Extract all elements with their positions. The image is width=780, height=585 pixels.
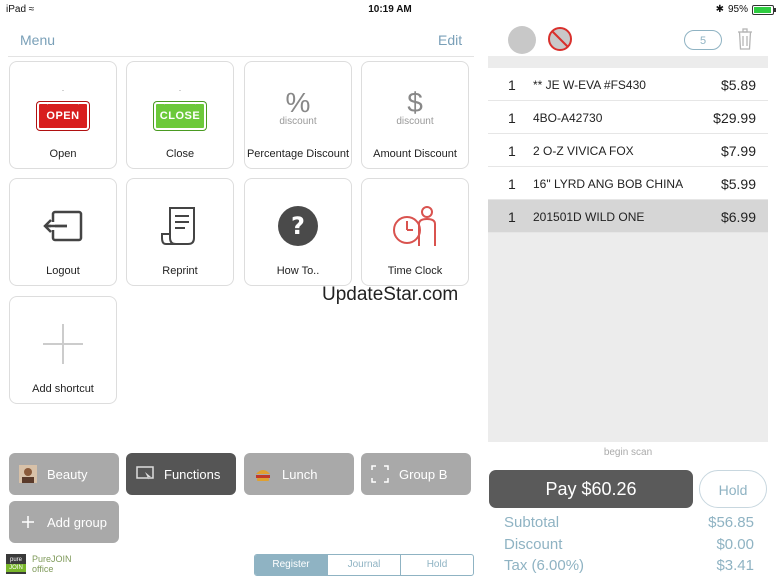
item-name: 2 O-Z VIVICA FOX — [533, 144, 634, 158]
no-customer-icon[interactable] — [547, 26, 573, 52]
tile-label: Amount Discount — [373, 148, 457, 160]
brand-text: PureJOIN office — [32, 554, 72, 574]
edit-link[interactable]: Edit — [438, 32, 462, 48]
battery-icon — [752, 4, 776, 15]
total-value: $3.41 — [716, 557, 754, 574]
item-name: 201501D WILD ONE — [533, 210, 645, 224]
item-name: 16" LYRD ANG BOB CHINA — [533, 177, 684, 191]
item-price: $6.99 — [720, 209, 756, 225]
avatar-icon — [19, 465, 37, 483]
tile-how-to[interactable]: ? How To.. — [244, 178, 352, 286]
status-bar: iPad ≈ 10:19 AM ✱ 95% — [0, 0, 780, 20]
tile-label: Time Clock — [387, 265, 443, 277]
tile-amount-discount[interactable]: $ discount Amount Discount — [361, 61, 469, 169]
menu-link[interactable]: Menu — [20, 32, 55, 48]
receipt-icon — [127, 201, 233, 251]
item-price: $5.89 — [720, 77, 756, 93]
discount-row: Discount $0.00 — [504, 536, 754, 553]
open-sign-icon: OPEN — [10, 84, 116, 134]
group-b[interactable]: Group B — [361, 453, 471, 495]
svg-text:?: ? — [291, 212, 305, 240]
begin-scan-hint: begin scan — [603, 447, 653, 458]
cart-item[interactable]: 1 2 O-Z VIVICA FOX $7.99 — [488, 134, 768, 167]
group-label: Functions — [164, 466, 221, 482]
total-label: Subtotal — [504, 514, 560, 531]
status-right: ✱ 95% — [715, 4, 776, 15]
percent-discount-icon: % discount — [279, 87, 317, 128]
item-qty: 1 — [508, 77, 516, 93]
group-label: Group B — [399, 466, 448, 482]
cart-item[interactable]: 1 ** JE W-EVA #FS430 $5.89 — [488, 68, 768, 101]
amount-discount-icon: $ discount — [396, 87, 434, 128]
cart-item[interactable]: 1 4BO-A42730 $29.99 — [488, 101, 768, 134]
tile-label: Reprint — [162, 265, 198, 277]
tile-label: Close — [165, 148, 195, 160]
total-label: Tax (6.00%) — [504, 557, 585, 574]
cart-item[interactable]: 1 16" LYRD ANG BOB CHINA $5.99 — [488, 167, 768, 200]
group-label: Beauty — [47, 466, 88, 482]
tile-label: Add shortcut — [32, 383, 94, 395]
watermark: UpdateStar.com — [322, 284, 459, 305]
tile-open[interactable]: OPEN Open — [9, 61, 117, 169]
item-qty: 1 — [508, 209, 516, 225]
bluetooth-icon: ✱ — [715, 4, 724, 15]
tab-hold[interactable]: Hold — [400, 555, 473, 575]
item-name: 4BO-A42730 — [533, 111, 603, 125]
item-price: $7.99 — [720, 143, 756, 159]
item-qty: 1 — [508, 176, 516, 192]
subtotal-row: Subtotal $56.85 — [504, 514, 754, 531]
plus-icon — [10, 319, 116, 369]
item-price: $5.99 — [720, 176, 756, 192]
tile-label: How To.. — [276, 265, 320, 277]
clock: 10:19 AM — [368, 4, 412, 15]
tile-label: Open — [49, 148, 77, 160]
tile-label: Logout — [46, 265, 80, 277]
tile-add-shortcut[interactable]: Add shortcut — [9, 296, 117, 404]
hold-button[interactable]: Hold — [699, 470, 767, 508]
tile-close[interactable]: CLOSE Close — [126, 61, 234, 169]
item-qty: 1 — [508, 143, 516, 159]
item-qty: 1 — [508, 110, 516, 126]
logout-icon — [10, 201, 116, 251]
add-group-button[interactable]: Add group — [9, 501, 119, 543]
divider — [8, 56, 474, 57]
battery-percent: 95% — [727, 4, 748, 15]
tax-row: Tax (6.00%) $3.41 — [504, 557, 754, 574]
group-beauty[interactable]: Beauty — [9, 453, 119, 495]
customer-avatar[interactable] — [508, 26, 536, 54]
brand: pure JOIN PureJOIN office — [6, 554, 72, 574]
group-functions[interactable]: Functions — [126, 453, 236, 495]
item-count-badge[interactable]: 5 — [684, 30, 722, 50]
item-price: $29.99 — [713, 110, 756, 126]
tile-logout[interactable]: Logout — [9, 178, 117, 286]
frame-icon — [371, 465, 389, 483]
tile-reprint[interactable]: Reprint — [126, 178, 234, 286]
pay-button[interactable]: Pay $60.26 — [489, 470, 693, 508]
help-icon: ? — [245, 201, 351, 251]
functions-icon — [136, 465, 154, 483]
total-label: Discount — [504, 536, 563, 553]
view-tabs: Register Journal Hold — [254, 554, 474, 576]
tile-percentage-discount[interactable]: % discount Percentage Discount — [244, 61, 352, 169]
lunch-icon — [254, 465, 272, 483]
tile-time-clock[interactable]: Time Clock — [361, 178, 469, 286]
total-value: $56.85 — [708, 514, 754, 531]
cart-items: 1 ** JE W-EVA #FS430 $5.89 1 4BO-A42730 … — [488, 68, 768, 233]
purejoin-logo: pure JOIN — [6, 554, 26, 574]
time-clock-icon — [362, 201, 468, 251]
group-label: Lunch — [282, 466, 318, 482]
cart-item-selected[interactable]: 1 201501D WILD ONE $6.99 — [488, 200, 768, 233]
tab-register[interactable]: Register — [255, 555, 327, 575]
group-lunch[interactable]: Lunch — [244, 453, 354, 495]
group-label: Add group — [47, 514, 107, 530]
total-value: $0.00 — [716, 536, 754, 553]
close-sign-icon: CLOSE — [127, 84, 233, 134]
tab-journal[interactable]: Journal — [327, 555, 400, 575]
tile-label: Percentage Discount — [246, 148, 350, 160]
trash-icon[interactable] — [737, 28, 753, 50]
plus-icon — [19, 513, 37, 531]
item-name: ** JE W-EVA #FS430 — [533, 78, 646, 92]
